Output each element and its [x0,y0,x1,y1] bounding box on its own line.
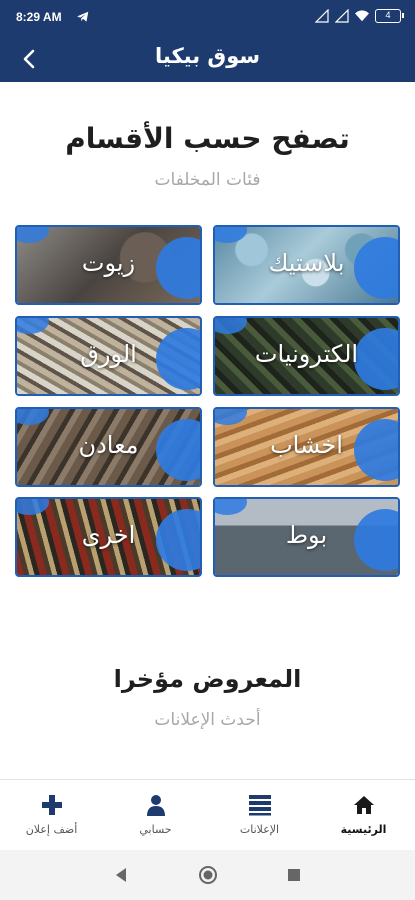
nav-ads[interactable]: الإعلانات [208,780,311,851]
nav-home[interactable]: الرئيسية [312,780,415,851]
categories-subtitle: فئات المخلفات [154,170,261,190]
status-icons: 4 [315,9,404,23]
signal-icon [315,9,329,23]
categories-title: تصفح حسب الأقسام [65,122,350,155]
category-tile-electronics[interactable]: الكترونيات [213,316,400,396]
category-tile-paper[interactable]: الورق [15,316,202,396]
category-tile-metals[interactable]: معادن [15,407,202,487]
status-bar: 8:29 AM 4 [0,0,415,36]
category-label: الكترونيات [254,340,359,368]
category-label: اخشاب [270,431,343,459]
category-label: الورق [80,340,137,368]
nav-ads-label: الإعلانات [239,823,280,836]
category-tile-plastic[interactable]: بلاستيك [213,225,400,305]
nav-add-ad[interactable]: أضف إعلان [0,780,103,851]
category-tile-oils[interactable]: زيوت [15,225,202,305]
home-icon [354,796,374,814]
nav-account[interactable]: حسابي [104,780,207,851]
category-label: بلاستيك [268,249,345,277]
wifi-icon [355,10,369,22]
app-title: سوق بيكيا [154,44,261,68]
category-tile-refinery[interactable]: بوط [213,497,400,577]
signal-icon-2 [335,9,349,23]
category-label: اخرى [81,521,136,549]
back-triangle-icon[interactable] [110,864,132,886]
status-time: 8:29 AM [16,10,62,24]
telegram-icon [77,11,89,22]
recent-subtitle: أحدث الإعلانات [154,710,261,730]
list-icon [249,795,271,816]
recent-title: المعروض مؤخرا [113,665,302,693]
plus-icon [42,795,62,815]
nav-home-label: الرئيسية [340,823,387,836]
home-circle-icon[interactable] [197,864,219,886]
system-nav-bar [0,850,415,900]
recents-square-icon[interactable] [283,864,305,886]
nav-account-label: حسابي [139,823,172,836]
user-icon [147,795,165,816]
category-label: بوط [285,521,328,549]
bottom-nav: الرئيسية الإعلانات حسابي أضف إعلان [0,779,415,850]
main-content: تصفح حسب الأقسام فئات المخلفات بلاستيك ز… [0,82,415,779]
nav-add-ad-label: أضف إعلان [25,823,78,836]
category-tile-wood[interactable]: اخشاب [213,407,400,487]
category-label: زيوت [81,249,136,277]
battery-indicator: 4 [375,9,404,23]
category-label: معادن [78,431,139,459]
category-tile-others[interactable]: اخرى [15,497,202,577]
app-bar: سوق بيكيا [0,36,415,82]
